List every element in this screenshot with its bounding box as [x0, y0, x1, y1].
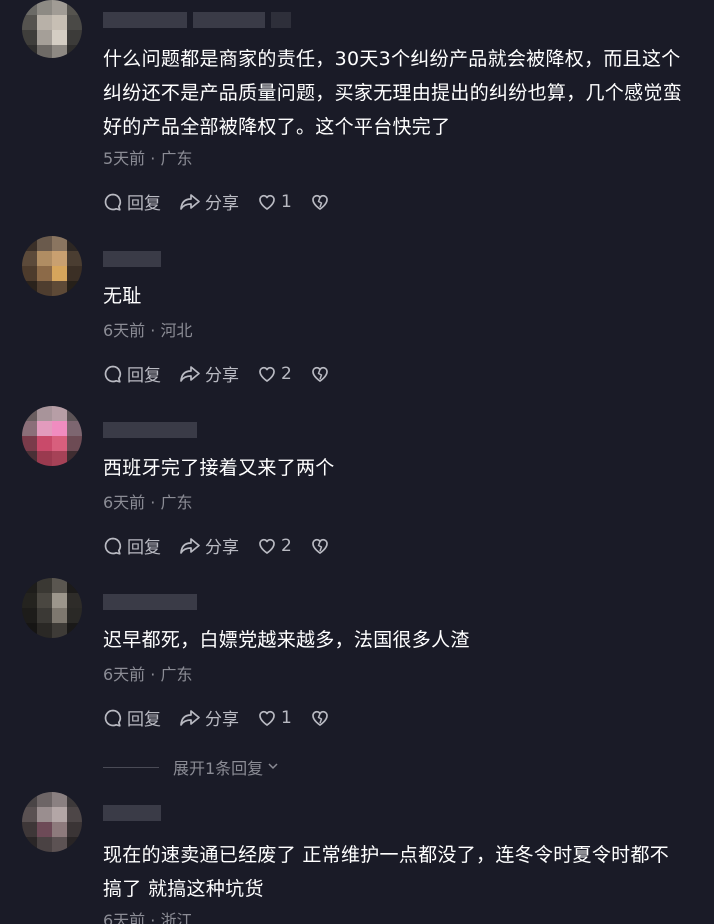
share-icon [179, 192, 201, 212]
share-icon [179, 364, 201, 384]
username[interactable] [103, 12, 291, 28]
reply-button[interactable]: 回复 [103, 361, 161, 386]
comment-meta: 6天前 · 广东 [103, 493, 193, 512]
comment-meta: 6天前 · 广东 [103, 665, 193, 684]
reply-icon [103, 192, 123, 212]
share-label: 分享 [205, 710, 239, 730]
share-label: 分享 [205, 538, 239, 558]
like-button[interactable]: 2 [257, 536, 292, 556]
reply-button[interactable]: 回复 [103, 705, 161, 730]
reply-label: 回复 [127, 538, 161, 558]
share-button[interactable]: 分享 [179, 533, 239, 558]
comment-actions: 回复 分享 2 [103, 361, 348, 386]
dislike-button[interactable] [310, 192, 330, 212]
heart-icon [257, 708, 277, 728]
share-icon [179, 536, 201, 556]
like-count: 1 [281, 707, 292, 728]
chevron-down-icon [266, 758, 280, 777]
reply-button[interactable]: 回复 [103, 533, 161, 558]
avatar[interactable] [22, 406, 82, 466]
broken-heart-icon [310, 364, 330, 384]
comment-actions: 回复 分享 1 [103, 189, 348, 214]
comment-meta: 6天前 · 浙江 [103, 911, 193, 924]
reply-icon [103, 364, 123, 384]
heart-icon [257, 536, 277, 556]
like-button[interactable]: 1 [257, 708, 292, 728]
expand-replies-button[interactable]: 展开1条回复 [103, 755, 280, 779]
reply-icon [103, 536, 123, 556]
comment-text: 什么问题都是商家的责任，30天3个纠纷产品就会被降权，而且这个纠纷还不是产品质量… [103, 48, 683, 138]
avatar[interactable] [22, 578, 82, 638]
comment-text: 西班牙完了接着又来了两个 [103, 457, 335, 479]
avatar[interactable] [22, 792, 82, 852]
share-label: 分享 [205, 366, 239, 386]
username[interactable] [103, 422, 197, 438]
like-button[interactable]: 1 [257, 192, 292, 212]
username[interactable] [103, 805, 161, 821]
comment-text: 现在的速卖通已经废了 正常维护一点都没了，连冬令时夏令时都不搞了 就搞这种坑货 [103, 844, 670, 900]
reply-label: 回复 [127, 194, 161, 214]
comment-actions: 回复 分享 1 [103, 705, 348, 730]
comment-meta: 5天前 · 广东 [103, 149, 193, 168]
expand-replies-label: 展开1条回复 [173, 759, 264, 778]
broken-heart-icon [310, 536, 330, 556]
comment-actions: 回复 分享 2 [103, 533, 348, 558]
broken-heart-icon [310, 192, 330, 212]
share-button[interactable]: 分享 [179, 705, 239, 730]
share-icon [179, 708, 201, 728]
username[interactable] [103, 251, 161, 267]
share-button[interactable]: 分享 [179, 189, 239, 214]
reply-button[interactable]: 回复 [103, 189, 161, 214]
dislike-button[interactable] [310, 536, 330, 556]
heart-icon [257, 192, 277, 212]
comment-text: 无耻 [103, 285, 142, 307]
comment-meta: 6天前 · 河北 [103, 321, 193, 340]
share-label: 分享 [205, 194, 239, 214]
reply-icon [103, 708, 123, 728]
reply-label: 回复 [127, 366, 161, 386]
username[interactable] [103, 594, 197, 610]
like-count: 1 [281, 191, 292, 212]
avatar[interactable] [22, 0, 82, 58]
comment-text: 迟早都死，白嫖党越来越多，法国很多人渣 [103, 629, 470, 651]
avatar[interactable] [22, 236, 82, 296]
like-count: 2 [281, 363, 292, 384]
reply-label: 回复 [127, 710, 161, 730]
divider-line [103, 766, 159, 768]
share-button[interactable]: 分享 [179, 361, 239, 386]
dislike-button[interactable] [310, 708, 330, 728]
broken-heart-icon [310, 708, 330, 728]
like-button[interactable]: 2 [257, 364, 292, 384]
dislike-button[interactable] [310, 364, 330, 384]
like-count: 2 [281, 535, 292, 556]
heart-icon [257, 364, 277, 384]
